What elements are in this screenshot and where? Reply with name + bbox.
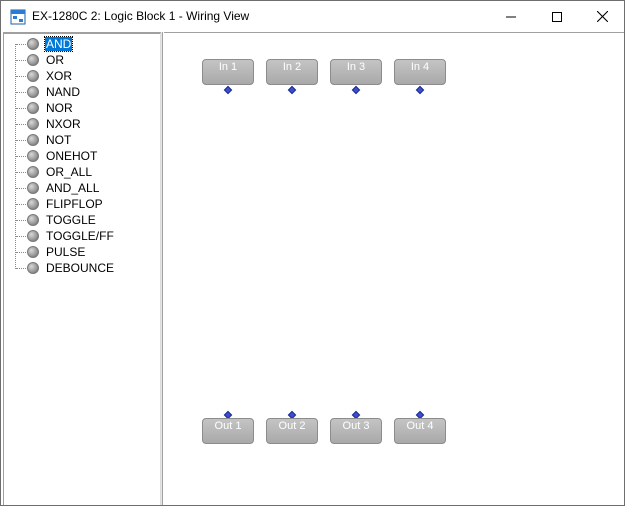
tree-connector: [16, 268, 26, 269]
wiring-canvas[interactable]: In 1 In 2 In 3 In 4 Out 1 Out 2 Out 3 Out 4: [164, 32, 624, 505]
logic-node-icon: [27, 86, 39, 98]
output-port-label: Out 1: [214, 420, 242, 432]
output-port-label: Out 3: [342, 420, 370, 432]
logic-node-icon: [27, 198, 39, 210]
input-port[interactable]: In 1: [202, 59, 254, 85]
tree-connector: [16, 220, 26, 221]
logic-node-icon: [27, 118, 39, 130]
logic-node-icon: [27, 38, 39, 50]
logic-node-icon: [27, 262, 39, 274]
tree-connector: [16, 60, 26, 61]
input-port[interactable]: In 4: [394, 59, 446, 85]
tree-item-label: OR: [46, 53, 64, 67]
input-port[interactable]: In 2: [266, 59, 318, 85]
logic-node-icon: [27, 230, 39, 242]
tree-item[interactable]: ONEHOT: [4, 148, 154, 164]
tree-connector: [16, 172, 26, 173]
logic-node-icon: [27, 214, 39, 226]
output-port-label: Out 4: [406, 420, 434, 432]
tree-item-label: FLIPFLOP: [46, 197, 103, 211]
minimize-icon: [506, 16, 516, 17]
close-icon: [596, 11, 608, 22]
tree-item-label: TOGGLE/FF: [46, 229, 114, 243]
close-button[interactable]: [579, 1, 625, 32]
tree-item[interactable]: FLIPFLOP: [4, 196, 154, 212]
tree-connector: [16, 92, 26, 93]
title-bar[interactable]: EX-1280C 2: Logic Block 1 - Wiring View: [1, 1, 624, 32]
tree-connector: [16, 108, 26, 109]
input-port-label: In 2: [282, 61, 302, 73]
tree-item[interactable]: NXOR: [4, 116, 154, 132]
maximize-icon: [552, 11, 562, 22]
tree-connector: [16, 140, 26, 141]
tree-item-label: AND: [43, 36, 74, 52]
tree-item[interactable]: NAND: [4, 84, 154, 100]
tree-item-label: OR_ALL: [46, 165, 93, 179]
tree-item[interactable]: AND_ALL: [4, 180, 154, 196]
tree-item-label: PULSE: [46, 245, 86, 259]
tree-connector: [16, 236, 26, 237]
tree-item[interactable]: OR: [4, 52, 154, 68]
input-pin[interactable]: [351, 85, 361, 95]
tree-item[interactable]: TOGGLE: [4, 212, 154, 228]
logic-node-icon: [27, 54, 39, 66]
tree-item-label: DEBOUNCE: [46, 261, 115, 275]
minimize-button[interactable]: [488, 1, 534, 32]
window-title: EX-1280C 2: Logic Block 1 - Wiring View: [32, 9, 250, 23]
tree-connector: [16, 204, 26, 205]
tree-connector: [16, 44, 26, 45]
logic-node-icon: [27, 182, 39, 194]
output-port[interactable]: Out 3: [330, 418, 382, 444]
tree-item[interactable]: AND: [4, 36, 154, 52]
logic-node-icon: [27, 70, 39, 82]
tree-item-label: XOR: [46, 69, 73, 83]
input-pin[interactable]: [415, 85, 425, 95]
tree-connector: [16, 188, 26, 189]
tree-item[interactable]: NOR: [4, 100, 154, 116]
logic-node-icon: [27, 166, 39, 178]
tree-item-label: NOR: [46, 101, 73, 115]
input-port-label: In 4: [410, 61, 430, 73]
input-port-label: In 3: [346, 61, 366, 73]
tree-connector: [16, 124, 26, 125]
input-pin[interactable]: [287, 85, 297, 95]
tree-item-label: NAND: [46, 85, 81, 99]
wiring-view-window: EX-1280C 2: Logic Block 1 - Wiring View …: [0, 0, 625, 506]
input-pin[interactable]: [223, 85, 233, 95]
tree-connector: [16, 252, 26, 253]
input-port-label: In 1: [218, 61, 238, 73]
output-port[interactable]: Out 2: [266, 418, 318, 444]
logic-node-icon: [27, 246, 39, 258]
logic-node-icon: [27, 150, 39, 162]
logic-node-icon: [27, 134, 39, 146]
tree-item[interactable]: OR_ALL: [4, 164, 154, 180]
panel-splitter[interactable]: [161, 32, 163, 505]
tree-item[interactable]: DEBOUNCE: [4, 260, 154, 276]
logic-block-tree[interactable]: AND OR XOR NAND NOR NXOR NOT ONEHOT OR_ALL AND_AL…: [3, 32, 161, 505]
output-port[interactable]: Out 1: [202, 418, 254, 444]
tree-item[interactable]: PULSE: [4, 244, 154, 260]
maximize-button[interactable]: [534, 1, 580, 32]
tree-item[interactable]: XOR: [4, 68, 154, 84]
tree-connector: [16, 76, 26, 77]
tree-item-label: ONEHOT: [46, 149, 98, 163]
tree-item-label: AND_ALL: [46, 181, 100, 195]
output-port[interactable]: Out 4: [394, 418, 446, 444]
tree-item[interactable]: NOT: [4, 132, 154, 148]
tree-item-label: NOT: [46, 133, 72, 147]
input-port[interactable]: In 3: [330, 59, 382, 85]
output-port-label: Out 2: [278, 420, 306, 432]
tree-item-label: TOGGLE: [46, 213, 96, 227]
tree-connector: [16, 156, 26, 157]
tree-item-label: NXOR: [46, 117, 81, 131]
app-icon: [10, 9, 26, 25]
logic-node-icon: [27, 102, 39, 114]
tree-item[interactable]: TOGGLE/FF: [4, 228, 154, 244]
